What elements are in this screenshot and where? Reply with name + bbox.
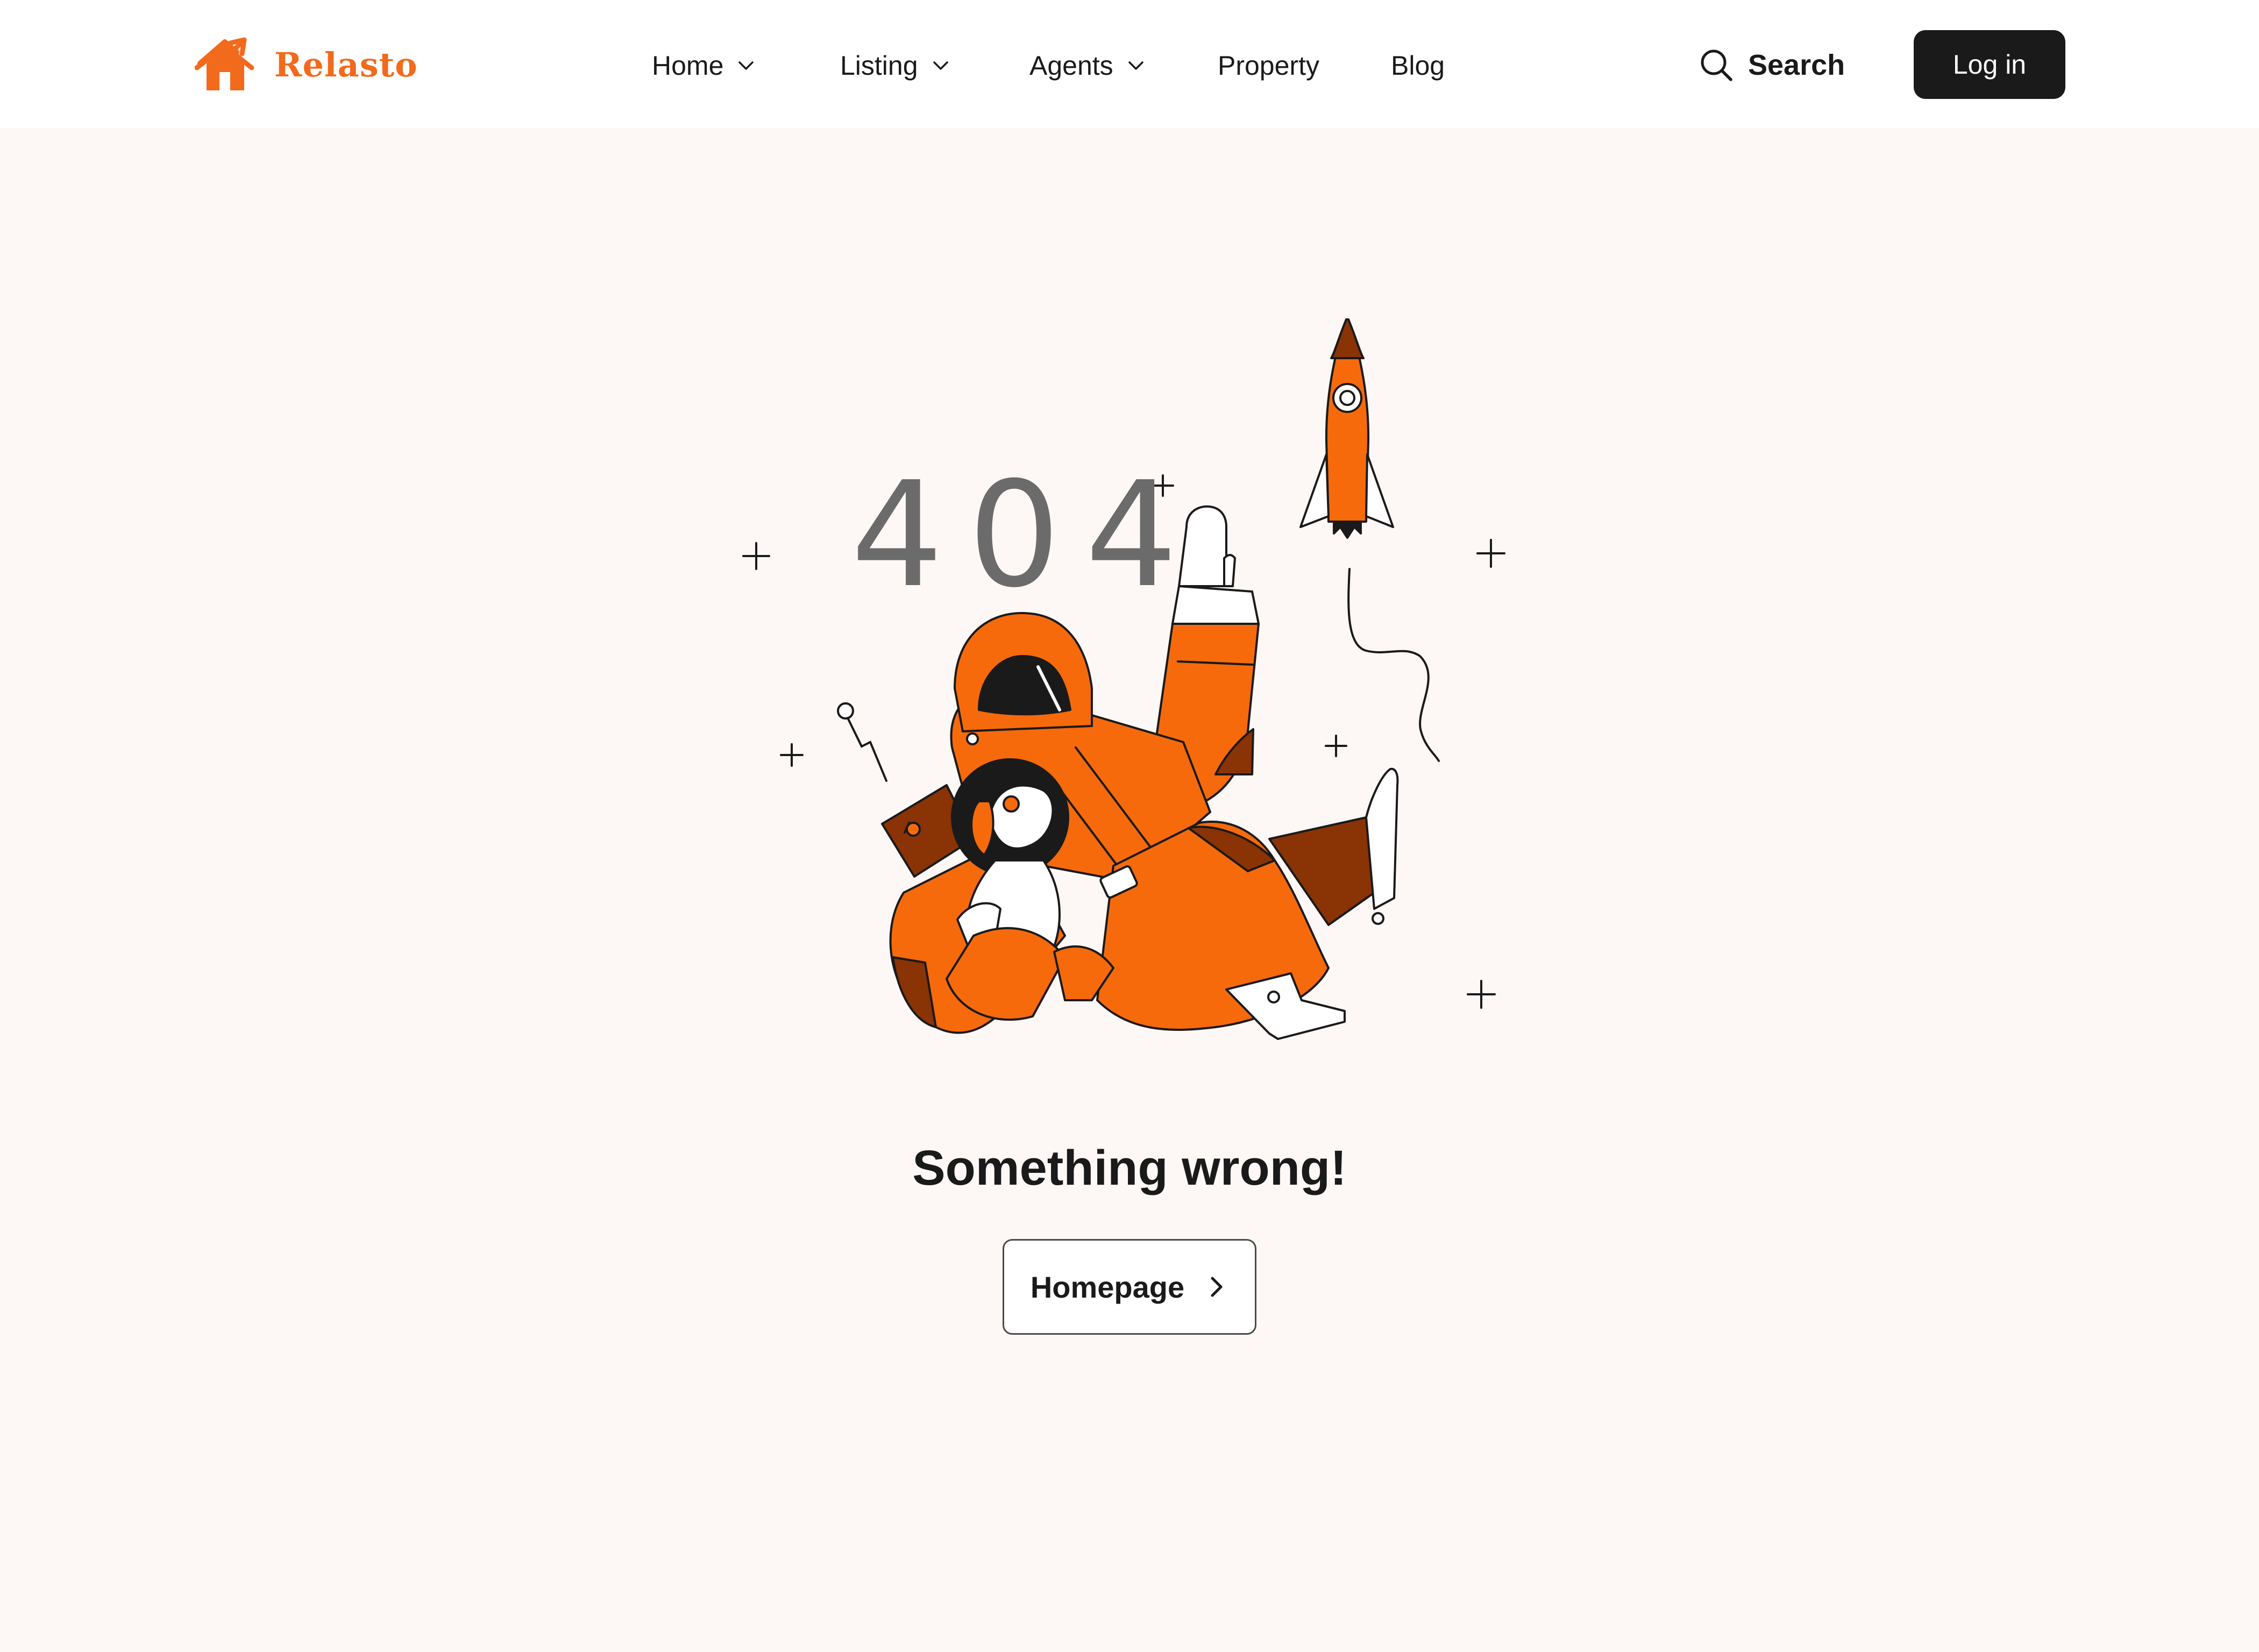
error-code: 404 bbox=[851, 450, 1203, 620]
nav-item-listing[interactable]: Listing bbox=[840, 45, 950, 86]
nav-item-label: Listing bbox=[840, 51, 918, 81]
nav-item-home[interactable]: Home bbox=[652, 45, 756, 86]
login-label: Log in bbox=[1952, 49, 2027, 80]
nav-item-label: Agents bbox=[1029, 51, 1113, 81]
brand[interactable]: Relasto bbox=[195, 34, 418, 95]
chevron-right-icon bbox=[1211, 1277, 1223, 1297]
login-button[interactable]: Log in bbox=[1914, 30, 2065, 99]
chevron-down-icon bbox=[738, 61, 754, 70]
nav-item-agents[interactable]: Agents bbox=[1029, 45, 1146, 86]
house-logo-icon bbox=[195, 37, 254, 90]
nav-item-blog[interactable]: Blog bbox=[1391, 45, 1445, 86]
chevron-down-icon bbox=[1128, 61, 1143, 70]
homepage-label: Homepage bbox=[1030, 1270, 1185, 1304]
homepage-button[interactable]: Homepage bbox=[1003, 1239, 1256, 1335]
brand-name: Relasto bbox=[274, 45, 418, 84]
nav-item-label: Home bbox=[652, 51, 724, 81]
chevron-down-icon bbox=[933, 61, 948, 70]
astronaut-illustration bbox=[742, 318, 1505, 1040]
nav-item-label: Blog bbox=[1391, 51, 1445, 81]
error-message: Something wrong! bbox=[912, 1141, 1347, 1195]
nav-item-label: Property bbox=[1218, 51, 1319, 81]
search-icon bbox=[1701, 49, 1732, 81]
site-header: Relasto Home Listing Agents Property Blo… bbox=[0, 0, 2259, 128]
search-button[interactable]: Search bbox=[1699, 43, 1845, 87]
nav-item-property[interactable]: Property bbox=[1218, 45, 1319, 86]
search-label: Search bbox=[1748, 49, 1845, 81]
